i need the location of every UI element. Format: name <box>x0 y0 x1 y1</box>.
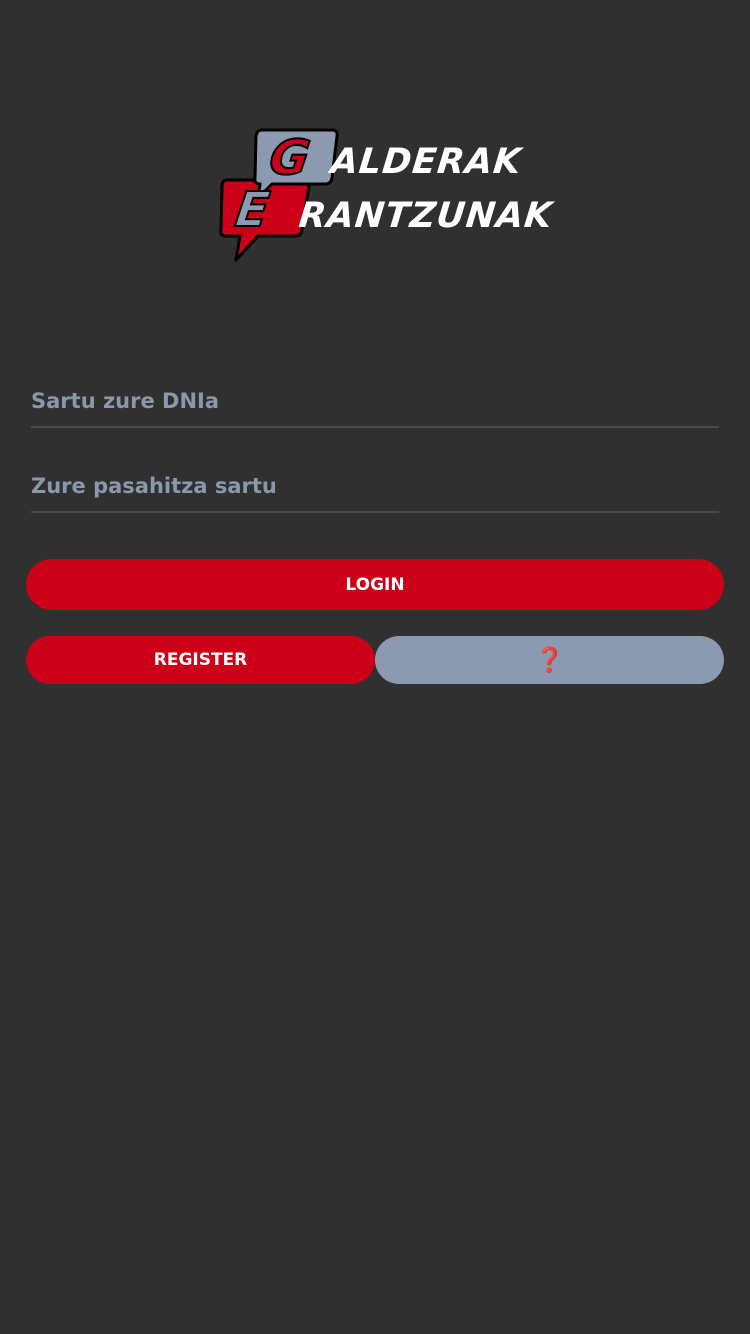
login-screen: G E ALDERAK RANTZUNAK LOGIN REGISTER ❓ <box>0 0 750 1334</box>
help-button[interactable]: ❓ <box>375 636 724 684</box>
dni-input[interactable] <box>31 376 719 426</box>
register-button[interactable]: REGISTER <box>26 636 375 684</box>
dni-field <box>31 376 719 428</box>
password-field <box>31 461 719 513</box>
logo-word-rantzunak: RANTZUNAK <box>296 196 555 236</box>
app-logo: G E ALDERAK RANTZUNAK <box>218 124 555 264</box>
logo-letter-g: G <box>265 129 314 187</box>
question-mark-icon: ❓ <box>534 646 565 674</box>
password-input[interactable] <box>31 461 719 511</box>
login-button[interactable]: LOGIN <box>26 559 724 610</box>
logo-word-alderak: ALDERAK <box>328 142 524 182</box>
